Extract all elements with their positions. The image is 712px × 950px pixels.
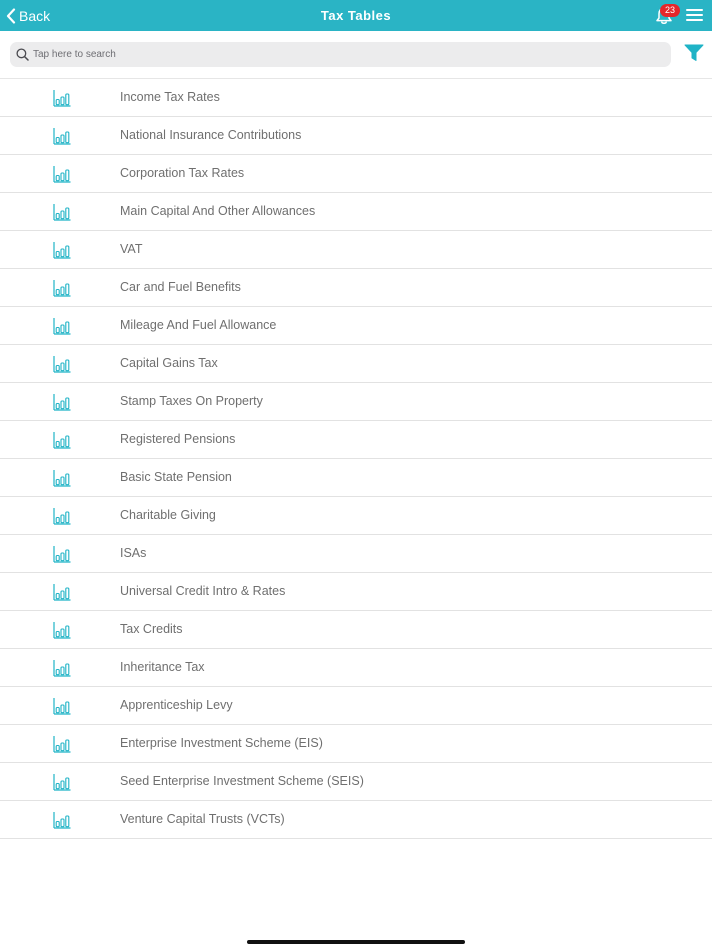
page-title: Tax Tables (320, 8, 392, 23)
list-item[interactable]: Apprenticeship Levy (0, 687, 712, 725)
notification-badge: 23 (660, 4, 680, 17)
list-item[interactable]: Capital Gains Tax (0, 345, 712, 383)
list-item[interactable]: Car and Fuel Benefits (0, 269, 712, 307)
list-item-label: Inheritance Tax (120, 660, 205, 674)
bar-chart-icon (53, 432, 71, 449)
bar-chart-icon (53, 242, 71, 259)
search-icon (16, 48, 29, 61)
list-item[interactable]: Seed Enterprise Investment Scheme (SEIS) (0, 763, 712, 801)
list-item-label: VAT (120, 242, 143, 256)
search-input[interactable] (33, 49, 633, 60)
list-item-label: Stamp Taxes On Property (120, 394, 263, 408)
list-item[interactable]: ISAs (0, 535, 712, 573)
search-box[interactable] (10, 42, 671, 67)
list-item-label: Corporation Tax Rates (120, 166, 245, 180)
list-item-label: Income Tax Rates (120, 90, 220, 104)
bar-chart-icon (53, 584, 71, 601)
list-item[interactable]: Mileage And Fuel Allowance (0, 307, 712, 345)
list-item[interactable]: Income Tax Rates (0, 79, 712, 117)
list-item-label: Basic State Pension (120, 470, 232, 484)
bar-chart-icon (53, 280, 71, 297)
list-item-label: Enterprise Investment Scheme (EIS) (120, 736, 323, 750)
list-item-label: Venture Capital Trusts (VCTs) (120, 812, 285, 826)
bar-chart-icon (53, 394, 71, 411)
list-item-label: Registered Pensions (120, 432, 236, 446)
bar-chart-icon (53, 546, 71, 563)
bar-chart-icon (53, 736, 71, 753)
bar-chart-icon (53, 698, 71, 715)
bar-chart-icon (53, 90, 71, 107)
bar-chart-icon (53, 204, 71, 221)
tax-table-list: Income Tax Rates National Insurance Contr… (0, 79, 712, 839)
list-item-label: Car and Fuel Benefits (120, 280, 241, 294)
home-indicator (247, 940, 465, 944)
list-item-label: Universal Credit Intro & Rates (120, 584, 286, 598)
list-item-label: Tax Credits (120, 622, 183, 636)
bar-chart-icon (53, 622, 71, 639)
list-item[interactable]: Stamp Taxes On Property (0, 383, 712, 421)
list-item-label: National Insurance Contributions (120, 128, 302, 142)
list-item-label: Capital Gains Tax (120, 356, 218, 370)
list-item[interactable]: Tax Credits (0, 611, 712, 649)
search-bar-row (0, 31, 712, 79)
list-item-label: Seed Enterprise Investment Scheme (SEIS) (120, 774, 364, 788)
bar-chart-icon (53, 470, 71, 487)
bar-chart-icon (53, 318, 71, 335)
bar-chart-icon (53, 774, 71, 791)
bar-chart-icon (53, 660, 71, 677)
list-item[interactable]: VAT (0, 231, 712, 269)
list-item-label: Apprenticeship Levy (120, 698, 233, 712)
list-item-label: Main Capital And Other Allowances (120, 204, 316, 218)
navigation-bar: Back Tax Tables 23 (0, 0, 712, 31)
bar-chart-icon (53, 166, 71, 183)
list-item[interactable]: Corporation Tax Rates (0, 155, 712, 193)
list-item-label: Charitable Giving (120, 508, 216, 522)
list-item[interactable]: National Insurance Contributions (0, 117, 712, 155)
bar-chart-icon (53, 356, 71, 373)
list-item[interactable]: Basic State Pension (0, 459, 712, 497)
bar-chart-icon (53, 508, 71, 525)
list-item-label: ISAs (120, 546, 147, 560)
list-item[interactable]: Registered Pensions (0, 421, 712, 459)
list-item[interactable]: Universal Credit Intro & Rates (0, 573, 712, 611)
list-item[interactable]: Enterprise Investment Scheme (EIS) (0, 725, 712, 763)
bar-chart-icon (53, 128, 71, 145)
list-item[interactable]: Charitable Giving (0, 497, 712, 535)
list-item[interactable]: Venture Capital Trusts (VCTs) (0, 801, 712, 839)
filter-funnel-icon[interactable] (684, 44, 704, 62)
list-item-label: Mileage And Fuel Allowance (120, 318, 277, 332)
list-item[interactable]: Inheritance Tax (0, 649, 712, 687)
hamburger-menu-icon[interactable] (686, 9, 703, 22)
list-item[interactable]: Main Capital And Other Allowances (0, 193, 712, 231)
bar-chart-icon (53, 812, 71, 829)
